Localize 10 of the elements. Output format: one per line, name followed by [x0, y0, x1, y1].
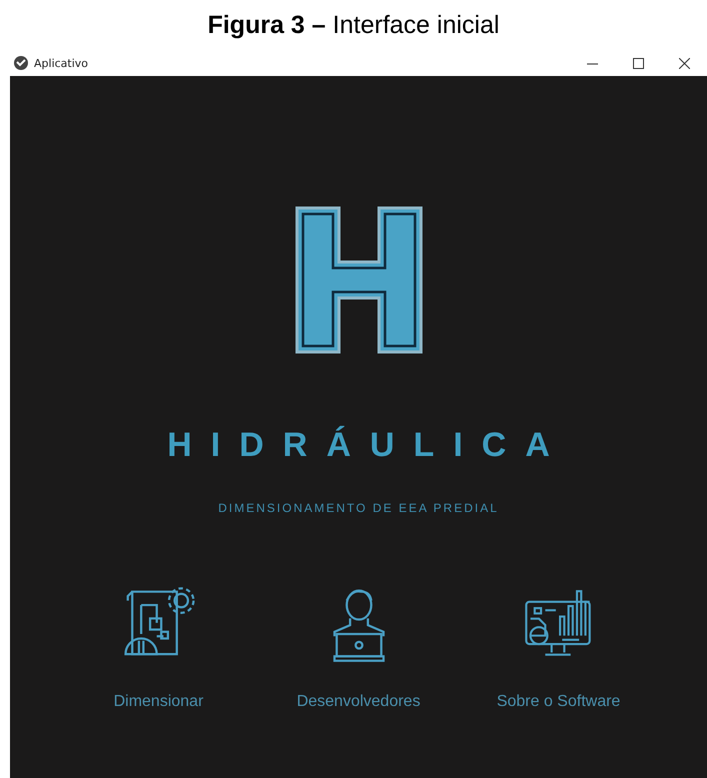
- h-logo-icon: [294, 206, 422, 354]
- app-subtitle: DIMENSIONAMENTO DE EEA PREDIAL: [218, 501, 499, 515]
- menu-button[interactable]: Sobre o Software: [478, 585, 638, 711]
- menu-button[interactable]: Dimensionar: [78, 585, 238, 711]
- menu-button[interactable]: Desenvolvedores: [278, 585, 438, 711]
- figure-caption: Figura 3 – Interface inicial: [206, 10, 500, 40]
- app-title: HIDRÁULICA: [167, 426, 569, 465]
- window-title: Aplicativo: [34, 56, 88, 70]
- close-icon[interactable]: [678, 58, 690, 68]
- maximize-icon[interactable]: [632, 58, 644, 68]
